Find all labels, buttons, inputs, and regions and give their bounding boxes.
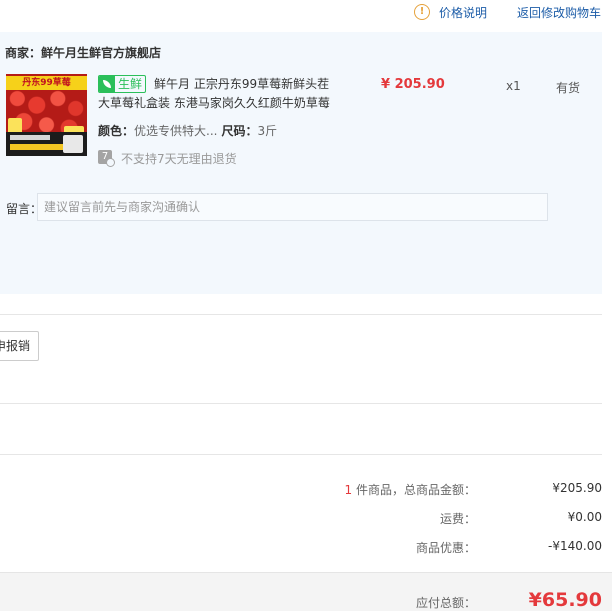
- merchant-name[interactable]: 商家：鲜午月生鲜官方旗舰店: [5, 44, 161, 61]
- info-icon[interactable]: !: [414, 4, 430, 20]
- discount-value: -¥140.00: [548, 539, 602, 553]
- product-quantity: x1: [506, 79, 521, 93]
- item-total-label: 1 件商品，总商品金额：: [345, 481, 476, 498]
- shipping-value: ¥0.00: [567, 510, 602, 524]
- no-return-icon: 7: [98, 150, 115, 167]
- return-policy: 不支持7天无理由退货: [121, 152, 237, 166]
- color-value: 优选专供特大...: [134, 124, 218, 138]
- shipping-label: 运费：: [439, 512, 476, 526]
- leaf-icon: [99, 76, 115, 92]
- divider: [0, 314, 602, 315]
- item-total-value: ¥205.90: [552, 481, 602, 495]
- grand-total-label: 应付总额：: [415, 596, 476, 610]
- stock-status: 有货: [556, 81, 581, 95]
- size-label: 尺码：: [221, 124, 258, 138]
- item-total-text: 件商品，总商品金额：: [355, 483, 476, 497]
- product-specs: 颜色：优选专供特大... 尺码：3斤: [98, 122, 281, 139]
- color-label: 颜色：: [98, 124, 135, 138]
- gift-box-image: [63, 135, 83, 153]
- item-count: 1: [344, 483, 353, 497]
- back-to-cart-link[interactable]: 返回修改购物车: [517, 4, 601, 21]
- product-price: ¥ 205.90: [381, 77, 445, 92]
- price-explanation-link[interactable]: 价格说明: [439, 4, 487, 21]
- fresh-badge-label: 生鲜: [118, 77, 143, 91]
- fresh-badge: 生鲜: [98, 75, 147, 93]
- divider: [0, 403, 602, 404]
- divider: [0, 454, 602, 455]
- order-note-input[interactable]: [37, 193, 548, 221]
- store-order-panel: [0, 32, 602, 294]
- total-bar: [0, 572, 612, 611]
- product-thumbnail[interactable]: 丹东99草莓: [6, 74, 87, 156]
- thumbnail-banner: 丹东99草莓: [6, 76, 87, 90]
- grand-total-value: ¥65.90: [528, 589, 602, 611]
- size-value: 3斤: [257, 124, 278, 138]
- reimbursement-button[interactable]: 申报销: [0, 331, 39, 361]
- discount-label: 商品优惠：: [415, 541, 476, 555]
